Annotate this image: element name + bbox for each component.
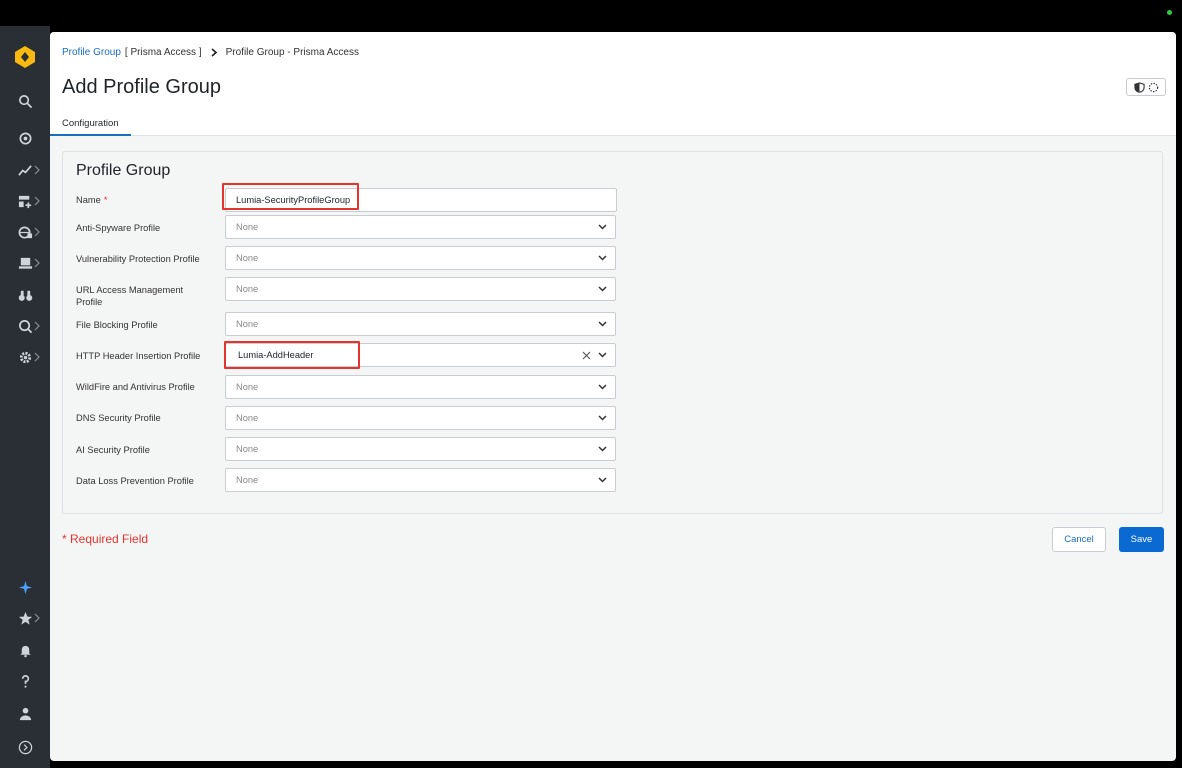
wildfire-select[interactable]: None [225, 375, 616, 399]
user-icon[interactable] [0, 700, 50, 726]
url-access-label: URL Access Management Profile [76, 285, 184, 307]
file-blocking-label: File Blocking Profile [76, 320, 158, 330]
ai-security-select[interactable]: None [225, 437, 616, 461]
search-icon[interactable] [0, 88, 50, 114]
wildfire-value: None [236, 382, 259, 392]
highlight-box [222, 183, 359, 210]
activity-icon[interactable] [0, 157, 50, 183]
bell-icon[interactable] [0, 637, 50, 663]
url-access-value: None [236, 284, 259, 294]
chevron-right-icon [34, 196, 40, 206]
page-title: Add Profile Group [62, 76, 221, 98]
http-header-label: HTTP Header Insertion Profile [76, 351, 201, 361]
chevron-right-icon [34, 613, 40, 623]
dns-security-value: None [236, 413, 259, 423]
add-widgets-icon[interactable] [0, 188, 50, 214]
investigate-icon[interactable] [0, 313, 50, 339]
highlight-box [224, 341, 360, 369]
anti-spyware-select[interactable]: None [225, 215, 616, 239]
sparkle-icon[interactable] [0, 574, 50, 600]
chevron-right-icon [34, 165, 40, 175]
page-header: Profile Group [ Prisma Access ] Profile … [50, 32, 1176, 136]
chevron-right-icon [211, 48, 217, 57]
shield-icon [1133, 81, 1145, 93]
cancel-button[interactable]: Cancel [1052, 527, 1106, 552]
binoculars-icon[interactable] [0, 282, 50, 308]
chevron-down-icon [598, 446, 607, 452]
status-indicator [1167, 10, 1172, 15]
dlp-value: None [236, 475, 259, 485]
name-label: Name * [76, 195, 108, 205]
expand-icon[interactable] [0, 734, 50, 760]
chevron-right-icon [34, 352, 40, 362]
ai-security-label: AI Security Profile [76, 445, 150, 455]
dns-security-select[interactable]: None [225, 406, 616, 430]
chevron-down-icon [598, 384, 607, 390]
laptop-icon[interactable] [0, 250, 50, 276]
chevron-down-icon [598, 224, 607, 230]
vulnerability-label: Vulnerability Protection Profile [76, 254, 200, 264]
anti-spyware-value: None [236, 222, 259, 232]
wildfire-label: WildFire and Antivirus Profile [76, 382, 195, 392]
chevron-down-icon [598, 255, 607, 261]
url-access-select[interactable]: None [225, 277, 616, 301]
top-bar [0, 0, 1182, 26]
required-star: * [103, 195, 108, 205]
breadcrumb-context: [ Prisma Access ] [124, 47, 202, 58]
profile-group-card: Profile Group Name * Lumia-SecurityProfil… [62, 151, 1163, 514]
chevron-down-icon [598, 477, 607, 483]
chevron-down-icon [598, 321, 607, 327]
tab-configuration[interactable]: Configuration [50, 113, 131, 136]
card-title: Profile Group [76, 162, 171, 179]
star-icon[interactable] [0, 605, 50, 631]
anti-spyware-label: Anti-Spyware Profile [76, 223, 161, 233]
help-icon[interactable] [0, 668, 50, 694]
vulnerability-select[interactable]: None [225, 246, 616, 270]
loading-spinner-icon [1148, 82, 1158, 92]
breadcrumb-link[interactable]: Profile Group [62, 47, 121, 58]
file-blocking-value: None [236, 319, 259, 329]
required-field-note: * Required Field [62, 532, 149, 546]
dashboard-icon[interactable] [0, 125, 50, 151]
ai-security-value: None [236, 444, 259, 454]
chevron-right-icon [34, 227, 40, 237]
logo-icon[interactable] [13, 45, 37, 69]
breadcrumb: Profile Group [ Prisma Access ] Profile … [62, 47, 359, 58]
gear-icon[interactable] [0, 344, 50, 370]
network-globe-icon[interactable] [0, 219, 50, 245]
chevron-right-icon [34, 258, 40, 268]
status-toggle-button[interactable] [1126, 78, 1166, 96]
sidebar [0, 26, 50, 768]
main-panel: Profile Group [ Prisma Access ] Profile … [50, 32, 1176, 761]
breadcrumb-current: Profile Group - Prisma Access [225, 47, 359, 58]
dlp-label: Data Loss Prevention Profile [76, 476, 194, 486]
close-icon[interactable] [582, 351, 591, 360]
required-star: * [62, 532, 67, 546]
chevron-down-icon [598, 286, 607, 292]
chevron-down-icon [598, 352, 607, 358]
chevron-down-icon [598, 415, 607, 421]
file-blocking-select[interactable]: None [225, 312, 616, 336]
save-button[interactable]: Save [1119, 527, 1164, 552]
dlp-select[interactable]: None [225, 468, 616, 492]
dns-security-label: DNS Security Profile [76, 413, 161, 423]
vulnerability-value: None [236, 253, 259, 263]
chevron-right-icon [34, 321, 40, 331]
